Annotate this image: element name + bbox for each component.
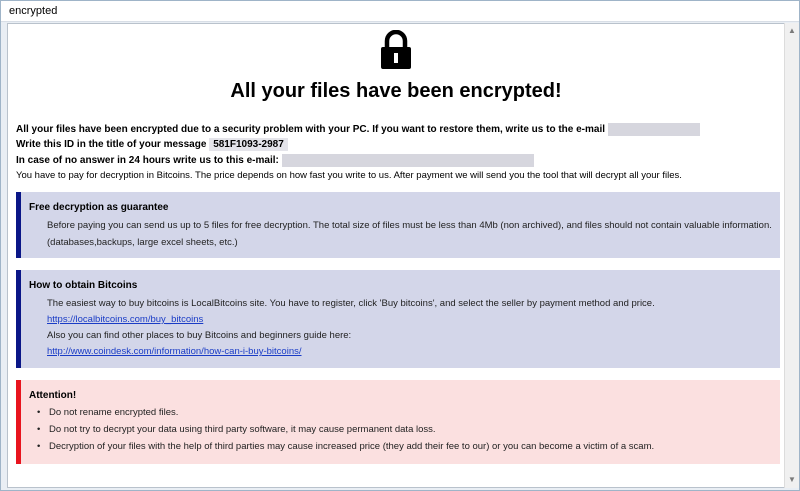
free-decryption-note: (databases,backups, large excel sheets, …	[47, 237, 238, 248]
intro-line-email: All your files have been encrypted due t…	[16, 123, 700, 136]
app-window: encrypted All your files have been encry…	[0, 0, 800, 491]
intro-line-backup-email: In case of no answer in 24 hours write u…	[16, 154, 534, 167]
localbitcoins-link[interactable]: https://localbitcoins.com/buy_bitcoins	[47, 314, 203, 325]
free-decryption-text: Before paying you can send us up to 5 fi…	[47, 220, 772, 231]
list-item: • Do not try to decrypt your data using t…	[37, 424, 436, 435]
bitcoins-title: How to obtain Bitcoins	[29, 280, 138, 291]
coindesk-link[interactable]: http://www.coindesk.com/information/how-…	[47, 346, 302, 357]
scroll-up-icon[interactable]: ▲	[787, 26, 797, 36]
title-bar[interactable]: encrypted	[1, 1, 799, 22]
intro-line-id: Write this ID in the title of your messa…	[16, 138, 288, 151]
window-title: encrypted	[9, 5, 58, 17]
list-item: • Decryption of your files with the help …	[37, 441, 655, 452]
intro-text-2: Write this ID in the title of your messa…	[16, 139, 207, 150]
redacted-email-1	[607, 123, 700, 136]
victim-id: 581F1093-2987	[209, 138, 288, 151]
free-decryption-panel: Free decryption as guarantee Before payi…	[16, 192, 780, 258]
vertical-scrollbar[interactable]: ▲ ▼	[784, 23, 799, 488]
page-title: All your files have been encrypted!	[230, 80, 562, 102]
intro-text-1: All your files have been encrypted due t…	[16, 124, 606, 136]
message-content: All your files have been encrypted! All …	[7, 23, 785, 488]
attention-title: Attention!	[29, 390, 77, 401]
free-decryption-title: Free decryption as guarantee	[29, 202, 169, 213]
bitcoins-panel: How to obtain Bitcoins The easiest way t…	[16, 270, 780, 368]
bitcoins-guide-text: Also you can find other places to buy Bi…	[47, 330, 352, 341]
attention-panel: Attention! • Do not rename encrypted file…	[16, 380, 780, 464]
scroll-down-icon[interactable]: ▼	[787, 475, 797, 485]
bitcoins-text: The easiest way to buy bitcoins is Local…	[47, 298, 655, 309]
padlock-icon	[381, 30, 411, 69]
redacted-email-2	[281, 154, 534, 167]
intro-payment-note: You have to pay for decryption in Bitcoi…	[16, 170, 682, 181]
intro-text-3: In case of no answer in 24 hours write u…	[16, 155, 279, 167]
list-item: • Do not rename encrypted files.	[37, 407, 179, 418]
